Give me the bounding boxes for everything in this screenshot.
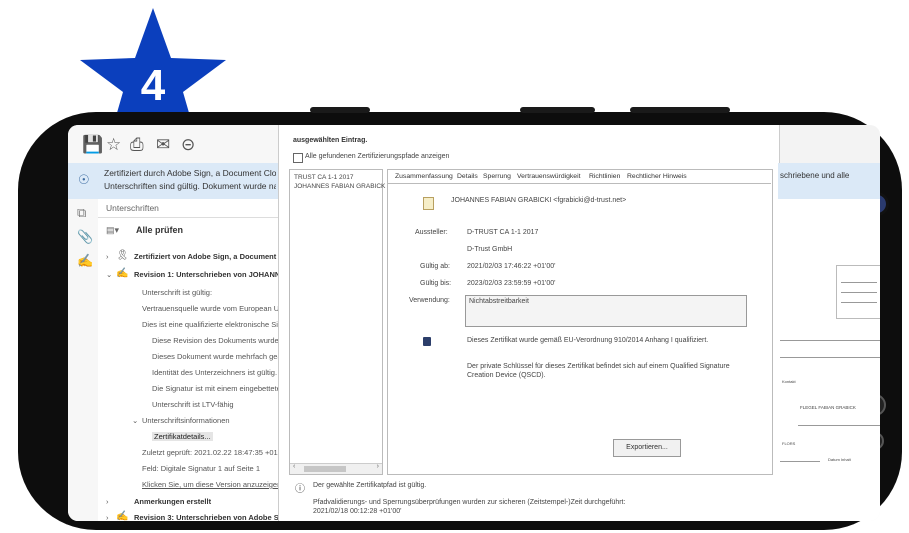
signature-item[interactable]: Zertifiziert von Adobe Sign, a Document … bbox=[134, 252, 278, 261]
certificate-subject: JOHANNES FABIAN GRABICKI <fgrabicki@d-tr… bbox=[451, 197, 627, 204]
acrobat-toolbar: 💾 ☆ ⎙ ✉ ⊝ bbox=[68, 125, 278, 164]
view-version-link[interactable]: Klicken Sie, um diese Version anzuzeigen… bbox=[142, 480, 278, 489]
options-icon[interactable]: ▤▾ bbox=[106, 225, 119, 236]
copy-icon[interactable]: ⧉ bbox=[77, 205, 86, 221]
left-rail: ⧉ 📎 ✍ bbox=[68, 199, 99, 521]
doc-text: Datum Inhalt bbox=[828, 457, 851, 462]
detail-line: Dieses Dokument wurde mehrfach geände bbox=[152, 352, 278, 361]
field-value: D-TRUST CA 1-1 2017 bbox=[467, 229, 539, 236]
zoom-out-icon[interactable]: ⊝ bbox=[181, 135, 195, 155]
detail-line: Feld: Digitale Signatur 1 auf Seite 1 bbox=[142, 464, 260, 473]
doc-text: FLORS bbox=[782, 441, 796, 446]
scroll-left-icon[interactable]: ‹ bbox=[293, 463, 295, 470]
field-value: D-Trust GmbH bbox=[467, 246, 513, 253]
qscd-note: Creation Device (QSCD). bbox=[467, 372, 546, 379]
print-icon[interactable]: ⎙ bbox=[130, 135, 144, 155]
document-banner: schriebene und alle bbox=[778, 163, 880, 199]
signature-icon[interactable]: ✍ bbox=[77, 253, 93, 269]
certificate-icon bbox=[423, 197, 434, 210]
footer-note: 2021/02/18 00:12:28 +01'00' bbox=[313, 508, 402, 515]
chevron-down-icon[interactable]: ⌄ bbox=[106, 270, 112, 279]
field-label: Gültig bis: bbox=[420, 280, 452, 287]
signature-valid-icon: ✍ bbox=[116, 268, 129, 279]
checkbox-label: Alle gefundenen Zertifizierungspfade anz… bbox=[305, 153, 450, 160]
panel-title: Unterschriften bbox=[106, 203, 159, 213]
save-icon[interactable]: 💾 bbox=[82, 135, 103, 155]
field-value: 2023/02/03 23:59:59 +01'00' bbox=[467, 280, 556, 287]
lock-icon bbox=[423, 337, 431, 346]
field-label: Aussteller: bbox=[415, 229, 448, 236]
step-number: 4 bbox=[141, 61, 166, 110]
banner-line-1: Zertifiziert durch Adobe Sign, a Documen… bbox=[104, 168, 276, 178]
attachment-icon[interactable]: 📎 bbox=[77, 229, 93, 245]
doc-signature-text: FLEGEL FABIAN GRABICK bbox=[800, 405, 856, 410]
dialog-heading: ausgewählten Eintrag. bbox=[293, 137, 368, 144]
chevron-down-icon[interactable]: ⌄ bbox=[132, 416, 138, 425]
banner-text: schriebene und alle bbox=[780, 171, 850, 180]
chevron-right-icon[interactable]: › bbox=[106, 252, 109, 261]
field-label: Verwendung: bbox=[409, 297, 450, 304]
verify-all-button[interactable]: Alle prüfen bbox=[136, 225, 183, 235]
detail-line: Unterschrift ist LTV-fähig bbox=[152, 400, 234, 409]
tab-revocation[interactable]: Sperrung bbox=[483, 173, 511, 180]
qscd-note: Der private Schlüssel für dieses Zertifi… bbox=[467, 363, 730, 370]
volume-button bbox=[310, 107, 370, 113]
certification-banner: ☉ Zertifiziert durch Adobe Sign, a Docum… bbox=[68, 163, 278, 199]
detail-line: Unterschrift ist gültig: bbox=[142, 288, 213, 297]
footer-note: Pfadvalidierungs- und Sperrungsüberprüfu… bbox=[313, 499, 626, 506]
path-valid-note: Der gewählte Zertifikatpfad ist gültig. bbox=[313, 482, 427, 489]
export-button[interactable]: Exportieren... bbox=[613, 439, 681, 457]
signature-item[interactable]: Revision 3: Unterschrieben von Adobe Sig… bbox=[134, 513, 278, 521]
volume-button bbox=[520, 107, 595, 113]
signature-valid-icon: ✍ bbox=[116, 511, 129, 521]
certificate-tree: TRUST CA 1-1 2017 JOHANNES FABIAN GRABIC… bbox=[289, 169, 385, 475]
detail-line: Dies ist eine qualifizierte elektronisch… bbox=[142, 320, 278, 329]
power-button bbox=[630, 107, 730, 113]
eu-qualified-note: Dieses Zertifikat wurde gemäß EU-Verordn… bbox=[467, 337, 709, 344]
info-icon: ⓘ bbox=[295, 484, 305, 495]
signature-item[interactable]: Revision 1: Unterschrieben von JOHANNES … bbox=[134, 270, 278, 279]
signatures-panel: Unterschriften ▤▾ Alle prüfen › 🎗 Zertif… bbox=[98, 199, 278, 521]
doc-text: Kontakt bbox=[782, 379, 796, 384]
tab-legal-notice[interactable]: Rechtlicher Hinweis bbox=[627, 173, 687, 180]
ribbon-icon: 🎗 bbox=[116, 250, 129, 261]
tree-scrollbar[interactable]: ‹ › bbox=[290, 463, 382, 474]
scroll-right-icon[interactable]: › bbox=[377, 463, 379, 470]
detail-line: Die Signatur ist mit einem eingebetteten… bbox=[152, 384, 278, 393]
detail-line: Identität des Unterzeichners ist gültig. bbox=[152, 368, 278, 377]
show-all-paths-checkbox[interactable] bbox=[293, 153, 303, 163]
certificate-viewer-dialog: ausgewählten Eintrag. Alle gefundenen Ze… bbox=[278, 125, 780, 521]
banner-line-2: Unterschriften sind gültig. Dokument wur… bbox=[104, 181, 276, 191]
document-box bbox=[836, 265, 880, 319]
tree-item[interactable]: JOHANNES FABIAN GRABICK bbox=[294, 183, 385, 190]
tree-item[interactable]: TRUST CA 1-1 2017 bbox=[294, 174, 354, 181]
chevron-right-icon[interactable]: › bbox=[106, 513, 109, 521]
field-value: 2021/02/03 17:46:22 +01'00' bbox=[467, 263, 556, 270]
tab-policies[interactable]: Richtlinien bbox=[589, 173, 620, 180]
usage-field: Nichtabstreitbarkeit bbox=[465, 295, 747, 327]
tab-details[interactable]: Details bbox=[457, 173, 478, 180]
field-value: Nichtabstreitbarkeit bbox=[469, 298, 529, 305]
detail-line: Diese Revision des Dokuments wurde nich bbox=[152, 336, 278, 345]
mail-icon[interactable]: ✉ bbox=[156, 135, 170, 155]
tab-summary[interactable]: Zusammenfassung bbox=[395, 173, 453, 180]
field-label: Gültig ab: bbox=[420, 263, 450, 270]
star-icon[interactable]: ☆ bbox=[106, 135, 121, 155]
phone-screen: 💾 ☆ ⎙ ✉ ⊝ ☉ Zertifiziert durch Adobe Sig… bbox=[68, 125, 880, 521]
document-preview bbox=[778, 163, 880, 521]
signature-info-toggle[interactable]: Unterschriftsinformationen bbox=[142, 416, 230, 425]
certificate-details-link[interactable]: Zertifikatdetails... bbox=[152, 432, 213, 441]
certified-icon: ☉ bbox=[78, 172, 90, 187]
annotations-item[interactable]: Anmerkungen erstellt bbox=[134, 497, 211, 506]
detail-line: Zuletzt geprüft: 2021.02.22 18:47:35 +01… bbox=[142, 448, 278, 457]
detail-line: Vertrauensquelle wurde vom European Unio… bbox=[142, 304, 278, 313]
tab-trust[interactable]: Vertrauenswürdigkeit bbox=[517, 173, 580, 180]
chevron-right-icon[interactable]: › bbox=[106, 497, 109, 506]
